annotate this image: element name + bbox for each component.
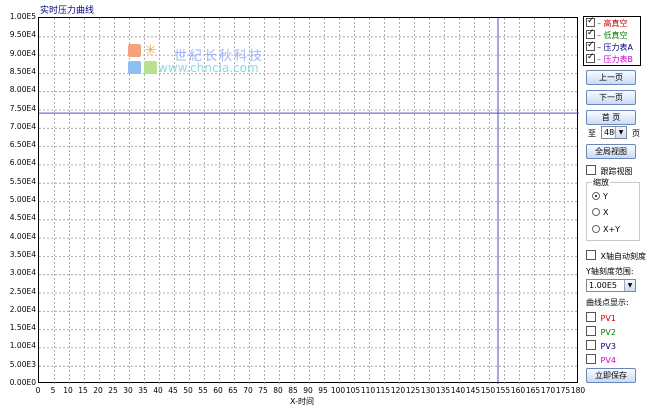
track-view-label: 跟踪视图 bbox=[600, 167, 633, 176]
pv1-checkbox[interactable] bbox=[586, 312, 596, 322]
legend: – 高真空 – 低真空 – 压力表A – 压力表B bbox=[583, 16, 641, 66]
radio-icon[interactable] bbox=[592, 225, 600, 233]
chevron-down-icon[interactable]: ▼ bbox=[624, 280, 635, 291]
y-range-label: Y轴刻度范围: bbox=[586, 267, 634, 276]
save-now-button[interactable]: 立即保存 bbox=[586, 368, 636, 383]
zoom-option-label: X bbox=[603, 208, 609, 217]
goto-prefix: 至 bbox=[588, 129, 596, 138]
zoom-group-title: 缩放 bbox=[592, 177, 610, 188]
legend-label: 高真空 bbox=[603, 19, 628, 28]
y-tick-label: 1.00E5 bbox=[9, 12, 36, 21]
chevron-down-icon[interactable]: ▼ bbox=[615, 127, 626, 138]
legend-line: – bbox=[597, 19, 601, 28]
track-view-checkbox[interactable] bbox=[586, 165, 596, 175]
first-page-button[interactable]: 首 页 bbox=[586, 110, 636, 125]
next-page-button[interactable]: 下一页 bbox=[586, 90, 636, 105]
pv2-checkbox[interactable] bbox=[586, 326, 596, 336]
zoom-option-xy[interactable]: X+Y bbox=[592, 225, 620, 235]
pv4-label: PV4 bbox=[600, 356, 616, 365]
y-tick-label: 8.00E4 bbox=[9, 85, 36, 95]
y-tick-label: 4.50E4 bbox=[9, 213, 36, 223]
y-tick-label: 1.50E4 bbox=[9, 323, 36, 333]
zoom-group: 缩放 Y X X+Y bbox=[586, 177, 640, 241]
goto-suffix: 页 bbox=[632, 129, 640, 138]
radio-icon[interactable] bbox=[592, 208, 600, 216]
y-tick-label: 9.50E4 bbox=[9, 30, 36, 40]
pv2-toggle[interactable]: PV2 bbox=[586, 326, 616, 337]
legend-line: – bbox=[597, 43, 601, 52]
legend-checkbox[interactable] bbox=[586, 16, 595, 27]
y-tick-label: 3.00E4 bbox=[9, 268, 36, 278]
y-tick-label: 1.00E4 bbox=[9, 341, 36, 351]
zoom-option-x[interactable]: X bbox=[592, 208, 608, 218]
pv1-toggle[interactable]: PV1 bbox=[586, 312, 616, 323]
zoom-option-label: Y bbox=[603, 192, 608, 201]
y-tick-label: 5.50E4 bbox=[9, 176, 36, 186]
y-tick-label: 7.00E4 bbox=[9, 121, 36, 131]
track-view-toggle[interactable]: 跟踪视图 bbox=[586, 165, 633, 177]
pv3-checkbox[interactable] bbox=[586, 340, 596, 350]
y-tick-label: 0.00E0 bbox=[9, 378, 36, 387]
y-tick-label: 7.50E4 bbox=[9, 103, 36, 113]
x-auto-scale-label: X轴自动刻度 bbox=[600, 252, 647, 261]
y-tick-label: 3.50E4 bbox=[9, 249, 36, 259]
legend-checkbox[interactable] bbox=[586, 52, 595, 63]
prev-page-button[interactable]: 上一页 bbox=[586, 70, 636, 85]
pv1-label: PV1 bbox=[600, 314, 616, 323]
zoom-option-label: X+Y bbox=[603, 225, 621, 234]
y-tick-label: 6.50E4 bbox=[9, 140, 36, 150]
curve-points-label: 曲线点显示: bbox=[586, 298, 629, 307]
x-auto-scale-toggle[interactable]: X轴自动刻度 bbox=[586, 250, 646, 262]
legend-item-gauge-b[interactable]: – 压力表B bbox=[586, 52, 634, 65]
y-tick-label: 2.50E4 bbox=[9, 286, 36, 296]
x-auto-scale-checkbox[interactable] bbox=[586, 250, 596, 260]
legend-line: – bbox=[597, 55, 601, 64]
radio-icon[interactable] bbox=[592, 192, 600, 200]
plot-area[interactable] bbox=[38, 17, 579, 384]
plot-grid bbox=[39, 18, 579, 384]
legend-label: 低真空 bbox=[603, 31, 628, 40]
y-tick-label: 4.00E4 bbox=[9, 231, 36, 241]
y-tick-label: 2.00E4 bbox=[9, 304, 36, 314]
pv3-label: PV3 bbox=[600, 342, 616, 351]
legend-checkbox[interactable] bbox=[586, 40, 595, 51]
y-range-select[interactable]: 1.00E5 ▼ bbox=[586, 279, 636, 292]
pv4-checkbox[interactable] bbox=[586, 354, 596, 364]
legend-checkbox[interactable] bbox=[586, 28, 595, 39]
x-axis-title: X-时间 bbox=[290, 397, 314, 406]
full-view-button[interactable]: 全局视图 bbox=[586, 144, 636, 159]
legend-label: 压力表B bbox=[603, 55, 634, 64]
goto-page-select[interactable]: 480 ▼ bbox=[601, 126, 627, 139]
x-tick-label: 180 bbox=[570, 386, 586, 395]
pv4-toggle[interactable]: PV4 bbox=[586, 354, 616, 365]
y-tick-label: 5.00E4 bbox=[9, 195, 36, 204]
pv3-toggle[interactable]: PV3 bbox=[586, 340, 616, 351]
legend-line: – bbox=[597, 31, 601, 40]
chart-title: 实时压力曲线 bbox=[40, 6, 95, 16]
pv2-label: PV2 bbox=[600, 328, 616, 337]
y-tick-label: 5.00E3 bbox=[9, 359, 36, 369]
y-tick-label: 6.00E4 bbox=[9, 158, 36, 168]
y-range-value: 1.00E5 bbox=[589, 281, 617, 290]
y-tick-label: 8.50E4 bbox=[9, 66, 36, 76]
zoom-option-y[interactable]: Y bbox=[592, 192, 608, 202]
y-tick-label: 9.00E4 bbox=[9, 48, 36, 58]
legend-label: 压力表A bbox=[603, 43, 634, 52]
